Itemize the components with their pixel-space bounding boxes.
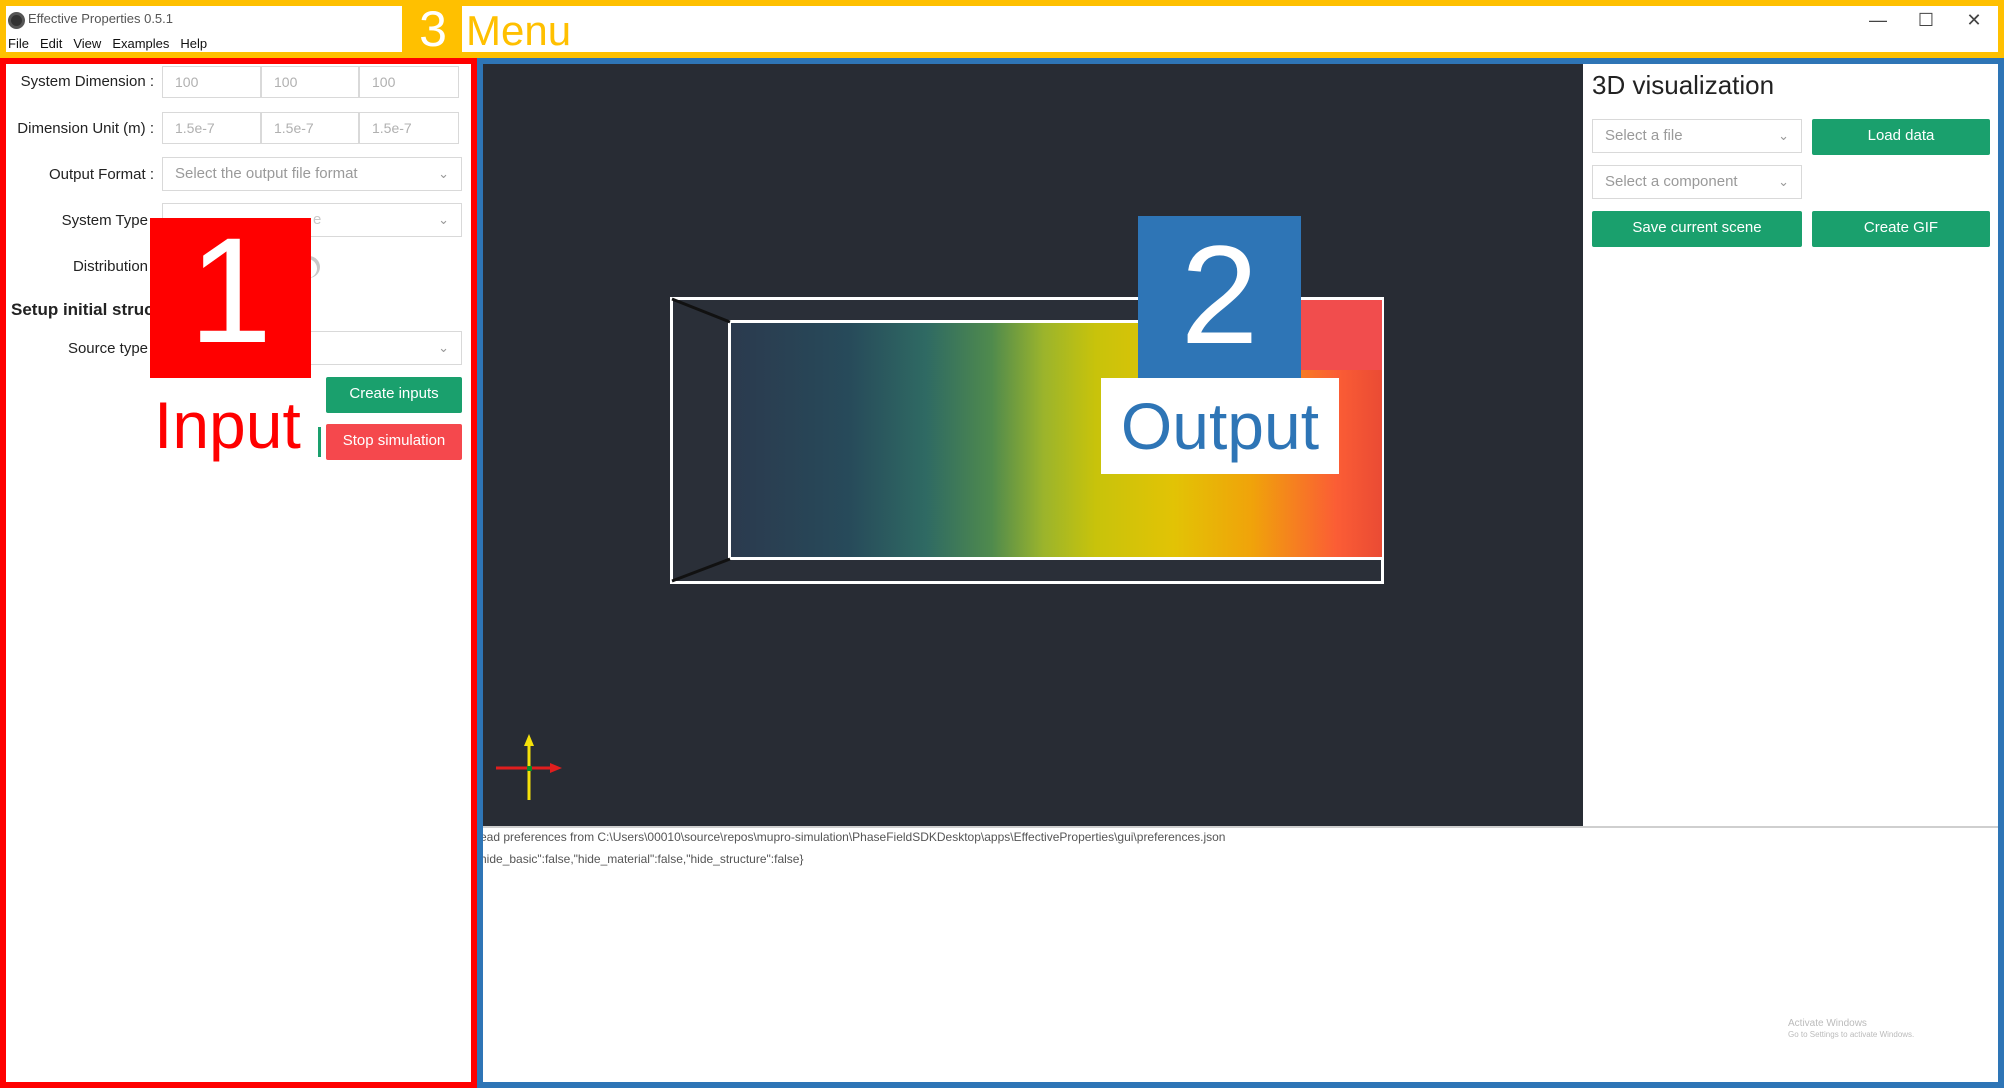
menu-annotation-label: Menu — [466, 7, 572, 54]
menu-annotation-frame — [0, 0, 2004, 58]
input-annotation-frame — [0, 58, 477, 1088]
menu-annotation-number: 3 — [419, 1, 447, 57]
output-annotation-frame — [477, 58, 2004, 1088]
